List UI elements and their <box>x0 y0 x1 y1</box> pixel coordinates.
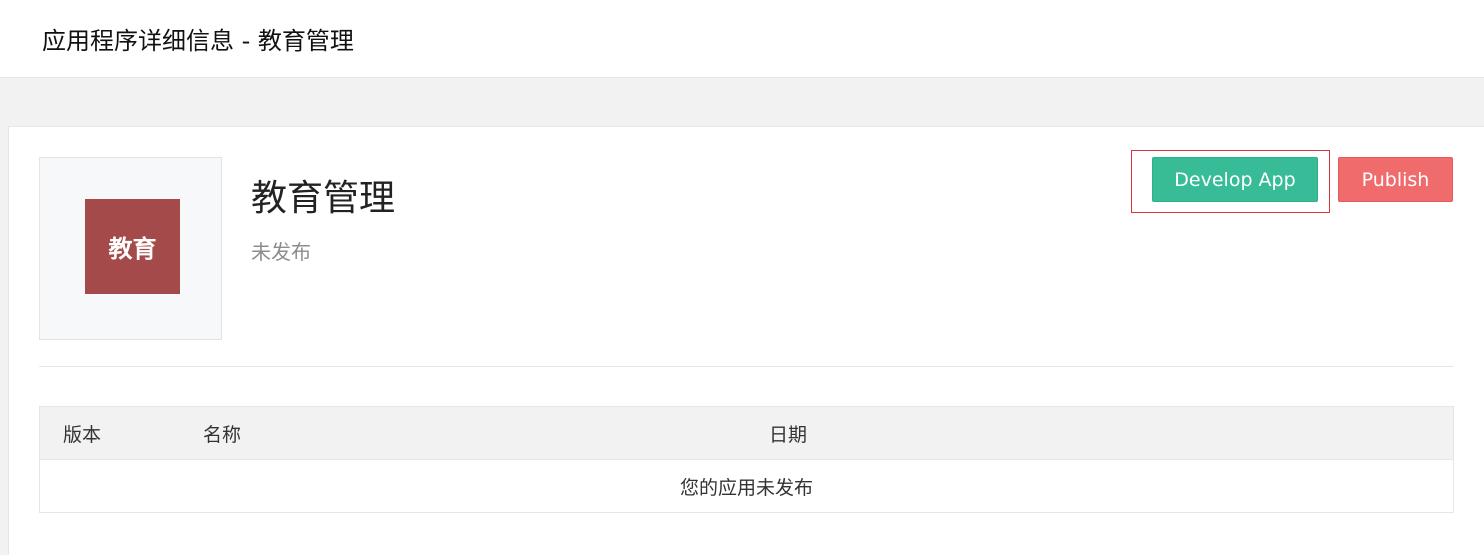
publish-button[interactable]: Publish <box>1338 157 1453 202</box>
section-divider <box>39 366 1454 367</box>
app-name: 教育管理 <box>251 178 396 219</box>
versions-table: 版本 名称 日期 您的应用未发布 <box>39 406 1454 513</box>
table-header: 版本 名称 日期 <box>40 407 1453 460</box>
page-header: 应用程序详细信息 - 教育管理 <box>0 0 1484 78</box>
app-detail-card: 教育 教育管理 未发布 Develop App Publish 版本 名称 日期… <box>8 126 1484 555</box>
app-status: 未发布 <box>251 240 311 264</box>
table-empty-message: 您的应用未发布 <box>679 477 813 499</box>
page-title: 应用程序详细信息 - 教育管理 <box>42 27 354 55</box>
column-header-date: 日期 <box>769 424 808 446</box>
column-header-name: 名称 <box>203 424 242 446</box>
app-icon: 教育 <box>85 199 180 294</box>
app-icon-label: 教育 <box>108 235 157 263</box>
develop-app-button[interactable]: Develop App <box>1152 157 1318 202</box>
app-icon-container: 教育 <box>39 157 222 340</box>
column-header-version: 版本 <box>63 424 102 446</box>
